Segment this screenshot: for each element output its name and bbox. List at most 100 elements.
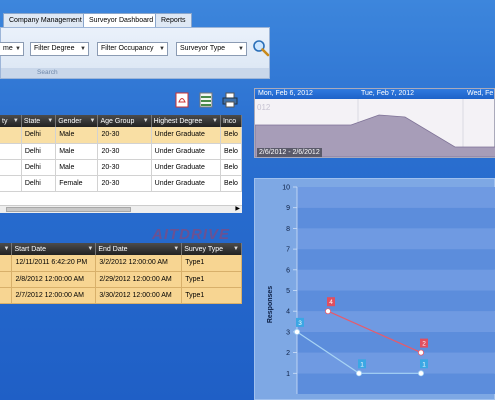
table-row[interactable]: Delhi Male 20-30 Under Graduate Belo <box>0 143 243 160</box>
y-tick-label: 7 <box>286 247 290 254</box>
timeline-panel[interactable]: Mon, Feb 6, 2012 Tue, Feb 7, 2012 Wed, F… <box>254 88 495 158</box>
y-tick-label: 4 <box>286 309 290 316</box>
filter-icon[interactable]: ▼ <box>233 246 239 252</box>
data-point[interactable] <box>356 370 363 377</box>
ribbon-tab-bar: Company Management Surveyor Dashboard Re… <box>0 13 250 27</box>
cell-state: Delhi <box>21 127 57 144</box>
cell-start-date: 12/11/2011 6:42:20 PM <box>11 255 97 272</box>
grid-band <box>297 228 495 250</box>
surveyors-grid: ty ▼ State ▼ Gender ▼ Age Group ▼ Highest De… <box>0 115 243 213</box>
cell-degree: Under Graduate <box>151 175 221 192</box>
scroll-right-icon[interactable]: ▶ <box>235 205 240 212</box>
tab-surveyor-dashboard[interactable]: Surveyor Dashboard <box>83 13 160 27</box>
timeline-date: Mon, Feb 6, 2012 <box>258 90 313 97</box>
grid-band <box>297 207 495 229</box>
data-label: 1 <box>422 361 426 368</box>
chevron-down-icon: ▼ <box>15 46 21 52</box>
cell-income: Belo <box>220 159 243 176</box>
filter-icon[interactable]: ▼ <box>90 118 96 124</box>
table-row[interactable]: 2/7/2012 12:00:00 AM 3/30/2012 12:00:00 … <box>0 287 242 304</box>
timeline-range-label[interactable]: 2/6/2012 - 2/6/2012 <box>257 148 322 157</box>
data-point[interactable] <box>417 370 424 377</box>
y-tick-label: 5 <box>286 288 290 295</box>
cell-survey-type: Type1 <box>181 287 242 304</box>
data-label: 2 <box>422 341 426 348</box>
chevron-down-icon: ▼ <box>80 46 86 52</box>
column-header-end-date[interactable]: End Date ▼ <box>95 243 183 255</box>
print-icon[interactable] <box>222 92 238 108</box>
column-header-city[interactable]: ty ▼ <box>0 115 22 127</box>
cell-first <box>0 287 13 304</box>
column-header-highest-degree[interactable]: Highest Degree ▼ <box>151 115 221 127</box>
filter-icon[interactable]: ▼ <box>47 118 53 124</box>
grid-band <box>297 311 495 332</box>
filter-occupancy-dropdown[interactable]: Filter Occupancy ▼ <box>97 42 168 56</box>
cell-city <box>0 159 22 176</box>
cell-survey-type: Type1 <box>181 271 242 288</box>
timeline-date-header: Mon, Feb 6, 2012 Tue, Feb 7, 2012 Wed, F… <box>255 89 494 99</box>
filter-icon[interactable]: ▼ <box>173 246 179 252</box>
cell-degree: Under Graduate <box>151 127 221 144</box>
grid-band <box>297 249 495 270</box>
filter-ribbon: me ▼ Filter Degree ▼ Filter Occupancy ▼ … <box>0 27 270 79</box>
table-row[interactable]: 12/11/2011 6:42:20 PM 3/2/2012 12:00:00 … <box>0 255 242 272</box>
filter-degree-value: Filter Degree <box>34 45 75 52</box>
column-header-state[interactable]: State ▼ <box>21 115 57 127</box>
cell-income: Belo <box>220 143 243 160</box>
column-header-gender[interactable]: Gender ▼ <box>55 115 99 127</box>
data-point[interactable] <box>417 349 424 356</box>
table-row[interactable]: Delhi Male 20-30 Under Graduate Belo <box>0 127 243 144</box>
cell-end-date: 3/30/2012 12:00:00 AM <box>95 287 183 304</box>
cell-gender: Female <box>55 175 99 192</box>
responses-line-chart: 1 2 3 4 5 6 7 8 9 10 Responses 3 1 1 4 2 <box>267 185 495 394</box>
filter-first-dropdown[interactable]: me ▼ <box>0 42 24 56</box>
filter-icon[interactable]: ▼ <box>143 118 149 124</box>
table-row[interactable]: Delhi Female 20-30 Under Graduate Belo <box>0 175 243 192</box>
data-label: 4 <box>329 299 333 306</box>
data-point[interactable] <box>325 308 332 315</box>
column-header-start-date[interactable]: Start Date ▼ <box>11 243 97 255</box>
pdf-export-icon[interactable] <box>174 92 190 108</box>
data-label: 1 <box>360 361 364 368</box>
table-row[interactable]: 2/8/2012 12:00:00 AM 2/29/2012 12:00:00 … <box>0 271 242 288</box>
grid-band <box>297 352 495 374</box>
y-tick-label: 9 <box>286 205 290 212</box>
column-header-age-group[interactable]: Age Group ▼ <box>97 115 152 127</box>
y-tick-label: 3 <box>286 329 290 336</box>
column-header-survey-type[interactable]: Survey Type ▼ <box>181 243 242 255</box>
cell-degree: Under Graduate <box>151 143 221 160</box>
cell-gender: Male <box>55 159 99 176</box>
cell-city <box>0 175 22 192</box>
cell-income: Belo <box>220 127 243 144</box>
column-header-income[interactable]: Inco <box>220 115 243 127</box>
cell-survey-type: Type1 <box>181 255 242 272</box>
grid-band <box>297 187 495 208</box>
y-tick-label: 6 <box>286 267 290 274</box>
filter-icon[interactable]: ▼ <box>13 118 19 124</box>
filter-icon[interactable]: ▼ <box>212 118 218 124</box>
timeline-date: Wed, Fe <box>467 90 494 97</box>
tab-reports[interactable]: Reports <box>155 13 192 27</box>
horizontal-scrollbar[interactable]: ▶ <box>0 205 242 213</box>
excel-export-icon[interactable] <box>198 92 214 108</box>
filter-degree-dropdown[interactable]: Filter Degree ▼ <box>30 42 89 56</box>
cell-end-date: 3/2/2012 12:00:00 AM <box>95 255 183 272</box>
cell-first <box>0 271 13 288</box>
search-icon[interactable] <box>252 39 270 57</box>
tab-company-management[interactable]: Company Management <box>3 13 88 27</box>
filter-icon[interactable]: ▼ <box>87 246 93 252</box>
surveyor-type-value: Surveyor Type <box>180 45 226 52</box>
scrollbar-thumb[interactable] <box>6 207 131 212</box>
surveyor-type-dropdown[interactable]: Surveyor Type ▼ <box>176 42 247 56</box>
cell-end-date: 2/29/2012 12:00:00 AM <box>95 271 183 288</box>
column-header-first[interactable]: ▼ <box>0 243 13 255</box>
cell-gender: Male <box>55 143 99 160</box>
table-row[interactable]: Delhi Male 20-30 Under Graduate Belo <box>0 159 243 176</box>
cell-state: Delhi <box>21 159 57 176</box>
cell-start-date: 2/8/2012 12:00:00 AM <box>11 271 97 288</box>
grid-header-row: ▼ Start Date ▼ End Date ▼ Survey Type ▼ <box>0 243 242 255</box>
cell-first <box>0 255 13 272</box>
chevron-down-icon: ▼ <box>238 46 244 52</box>
filter-icon[interactable]: ▼ <box>4 246 10 252</box>
data-point[interactable] <box>294 328 301 335</box>
